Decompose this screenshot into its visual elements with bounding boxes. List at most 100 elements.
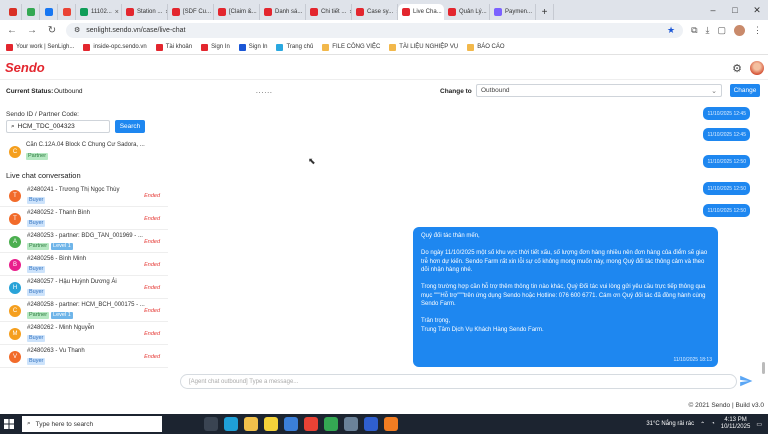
footer-text: © 2021 Sendo | Build v3.0: [688, 402, 764, 409]
file-explorer-icon[interactable]: [244, 417, 258, 431]
sendo-icon: [310, 8, 318, 16]
close-window-icon[interactable]: ✕: [746, 0, 768, 20]
download-icon[interactable]: ⤓: [706, 25, 710, 36]
gear-icon[interactable]: ⚙: [732, 62, 742, 75]
message-input[interactable]: [Agent chat outbound] Type a message...: [180, 374, 737, 389]
extensions-icon[interactable]: ⧉: [691, 25, 697, 36]
conversation-status: Ended: [144, 285, 160, 291]
windows-taskbar: ⌕ Type here to search 31°C Nắng rải rác …: [0, 414, 768, 434]
conversation-item[interactable]: V #2480263 - Vu Thanh Buyer Ended: [0, 345, 168, 368]
partner-name: Căn C.12A.04 Block C Chung Cư Sadora, ..…: [26, 142, 145, 148]
browser-tab[interactable]: Station ...×: [122, 4, 168, 20]
partner-search-value: HCM_TDC_004323: [17, 123, 75, 130]
app-icon[interactable]: [344, 417, 358, 431]
browser-tab[interactable]: [SDF Cu...×: [168, 4, 214, 20]
bookmark-item[interactable]: inside-opc.sendo.vn: [83, 43, 147, 51]
conversation-status: Ended: [144, 308, 160, 314]
conversation-name: #2480241 - Trương Thị Ngọc Thùy: [27, 187, 120, 193]
store-icon[interactable]: [284, 417, 298, 431]
tab-label: Station ...: [137, 9, 163, 15]
bookmark-item[interactable]: Sign In: [238, 43, 267, 51]
bookmark-item[interactable]: Sign In: [201, 43, 230, 51]
search-button[interactable]: Search: [115, 120, 145, 133]
weather-text[interactable]: 31°C Nắng rải rác: [646, 421, 694, 427]
browser-tab[interactable]: [22, 4, 40, 20]
chrome-icon[interactable]: [304, 417, 318, 431]
sidebar-icon[interactable]: ▢: [717, 25, 726, 36]
partner-search-input[interactable]: ⌕ HCM_TDC_004323: [6, 120, 110, 133]
user-avatar[interactable]: [750, 61, 764, 75]
maximize-icon[interactable]: □: [724, 0, 746, 20]
back-icon[interactable]: ←: [6, 25, 18, 36]
browser-tab[interactable]: Case sy...×: [352, 4, 398, 20]
level-tag: Level 1: [51, 243, 73, 250]
sticky-notes-icon[interactable]: [264, 417, 278, 431]
conversation-name: #2480263 - Vu Thanh: [27, 348, 85, 354]
windows-start-icon[interactable]: [0, 414, 18, 434]
reload-icon[interactable]: ↻: [46, 25, 58, 36]
bookmarks-bar: Your work | SenLigh... inside-opc.sendo.v…: [0, 40, 768, 55]
browser-app-icon[interactable]: [364, 417, 378, 431]
browser-tab[interactable]: Quản Lý...×: [444, 4, 490, 20]
browser-tab[interactable]: Live Cha...×: [398, 4, 444, 20]
browser-tab[interactable]: Paymen...×: [490, 4, 536, 20]
clock[interactable]: 4:13 PM 10/11/2025: [721, 417, 751, 431]
firefox-icon[interactable]: [384, 417, 398, 431]
close-tab-icon[interactable]: ×: [115, 9, 119, 16]
mouse-cursor-icon: ⬉: [308, 156, 316, 166]
wifi-icon[interactable]: ◔: [711, 421, 715, 427]
chrome-profile-icon[interactable]: [324, 417, 338, 431]
chat-scrollbar[interactable]: [762, 362, 765, 374]
conversation-name: #2480256 - Bình Minh: [27, 256, 87, 262]
address-bar: ← → ↻ ⚙ senlight.sendo.vn/case/live-chat…: [0, 20, 768, 40]
outbound-message-time-bubble: 11/10/2025 12:50: [703, 182, 750, 195]
edge-icon[interactable]: [224, 417, 238, 431]
bookmark-item[interactable]: Trang chủ: [276, 43, 313, 51]
conversation-tags: Partner Level 1: [27, 242, 73, 250]
sendo-logo[interactable]: Sendo: [5, 60, 45, 75]
bookmark-item[interactable]: FILE CÔNG VIỆC: [322, 43, 381, 51]
bookmark-item[interactable]: BÁO CÁO: [467, 43, 505, 51]
bookmark-item[interactable]: Tài khoản: [155, 43, 192, 51]
forward-icon[interactable]: →: [26, 25, 38, 36]
site-info-icon[interactable]: ⚙: [74, 26, 80, 34]
conversation-item[interactable]: T #2480252 - Thanh Bình Buyer Ended: [0, 207, 168, 230]
browser-tab[interactable]: [Claim &...×: [214, 4, 260, 20]
browser-tab[interactable]: 11102... ×: [76, 4, 122, 20]
browser-tab[interactable]: [40, 4, 58, 20]
conversation-item[interactable]: M #2480262 - Minh Nguyễn Buyer Ended: [0, 322, 168, 345]
profile-avatar[interactable]: [734, 24, 745, 36]
browser-tab[interactable]: [4, 4, 22, 20]
conversation-item[interactable]: C #2480258 - partner: HCM_BCH_000175 - ..…: [0, 299, 168, 322]
tray-arrow-icon[interactable]: ⌃: [700, 421, 705, 428]
browser-tab[interactable]: Chi tiết ...×: [306, 4, 352, 20]
menu-icon[interactable]: ⋮: [753, 25, 762, 36]
bookmark-star-icon[interactable]: ★: [667, 25, 675, 36]
change-button[interactable]: Change: [730, 84, 760, 97]
bookmark-item[interactable]: Your work | SenLigh...: [6, 43, 74, 51]
outbound-message-time-bubble: 11/10/2025 12:45: [703, 107, 750, 120]
notifications-icon[interactable]: ▭: [756, 421, 762, 428]
browser-tab[interactable]: [58, 4, 76, 20]
partner-result-card[interactable]: C Căn C.12A.04 Block C Chung Cư Sadora, …: [6, 142, 166, 164]
conversation-item[interactable]: B #2480256 - Bình Minh Buyer Ended: [0, 253, 168, 276]
conversation-item[interactable]: T #2480241 - Trương Thị Ngọc Thùy Buyer End…: [0, 184, 168, 207]
conversation-avatar: T: [9, 213, 21, 225]
bookmark-item[interactable]: TÀI LIỆU NGHIỆP VỤ: [389, 43, 458, 51]
sendo-icon: [356, 8, 364, 16]
conversation-item[interactable]: A #2480253 - partner: BDG_TAN_001969 - ..…: [0, 230, 168, 253]
bookmark-label: FILE CÔNG VIỆC: [332, 44, 381, 50]
browser-tab[interactable]: Danh sá...×: [260, 4, 306, 20]
gmail-icon: [8, 8, 17, 16]
task-view-icon[interactable]: [204, 417, 218, 431]
message-signoff: Trân trọng,: [421, 318, 451, 324]
status-select[interactable]: Outbound ⌄: [476, 84, 722, 97]
minimize-icon[interactable]: –: [702, 0, 724, 20]
bookmark-label: inside-opc.sendo.vn: [93, 44, 147, 50]
send-icon[interactable]: [739, 374, 753, 388]
url-field[interactable]: ⚙ senlight.sendo.vn/case/live-chat ★: [66, 22, 684, 38]
conversation-item[interactable]: H #2480257 - Hậu Huỳnh Dương Ái Buyer Ended: [0, 276, 168, 299]
taskbar-search[interactable]: ⌕ Type here to search: [22, 416, 162, 432]
status-select-value: Outbound: [481, 87, 510, 94]
new-tab-icon[interactable]: +: [536, 4, 554, 20]
